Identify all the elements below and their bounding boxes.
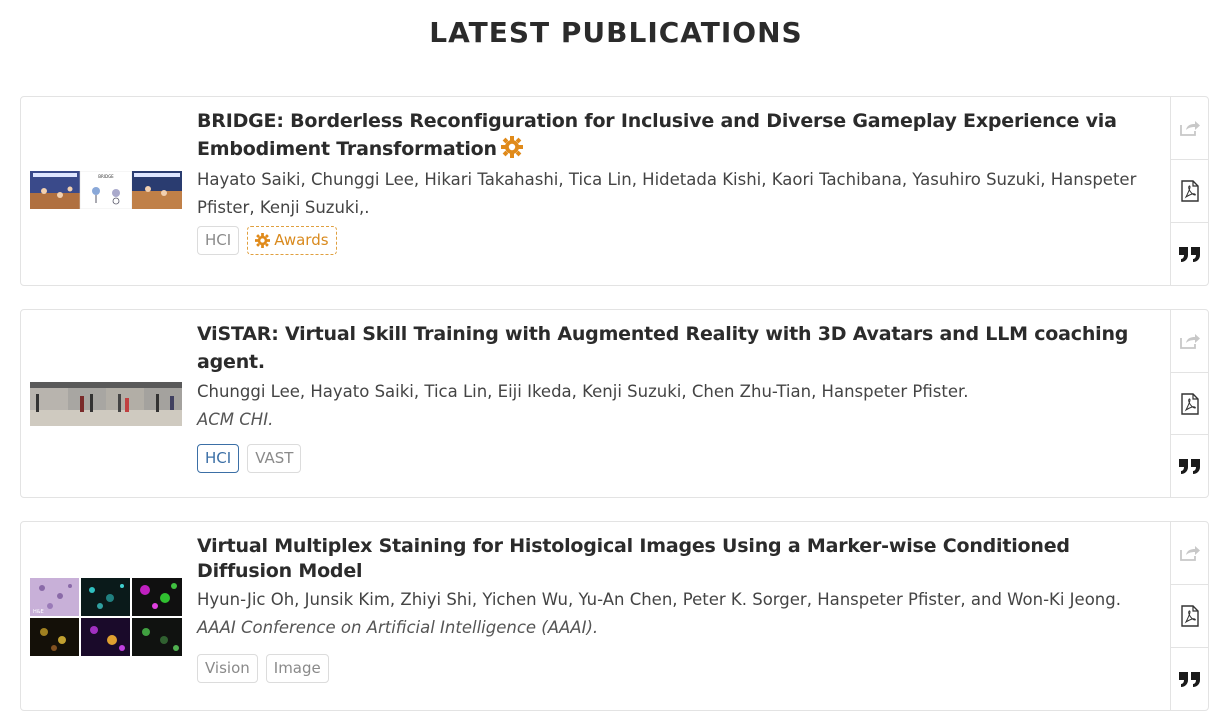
- publication-card: BRIDGE BRIDGE: Borderless Reconfiguratio…: [20, 96, 1209, 286]
- publication-venue: ACM CHI.: [197, 410, 274, 429]
- quote-icon: [1178, 247, 1200, 262]
- share-button[interactable]: [1171, 97, 1208, 160]
- quote-icon: [1178, 672, 1200, 687]
- tag-vast[interactable]: VAST: [247, 444, 302, 473]
- publication-thumbnail[interactable]: BRIDGE: [30, 171, 182, 209]
- publication-authors: Hayato Saiki, Chunggi Lee, Hikari Takaha…: [197, 170, 1137, 217]
- publication-title[interactable]: Virtual Multiplex Staining for Histologi…: [197, 534, 1167, 584]
- publication-card: ViSTAR: Virtual Skill Training with Augm…: [20, 309, 1209, 498]
- action-sidebar: [1170, 522, 1208, 710]
- action-sidebar: [1170, 97, 1208, 285]
- pdf-icon: [1180, 180, 1199, 202]
- share-icon: [1179, 333, 1200, 349]
- quote-icon: [1178, 459, 1200, 475]
- publication-authors: Chunggi Lee, Hayato Saiki, Tica Lin, Eij…: [197, 382, 969, 401]
- publication-card: H&E Virtual Multiplex Staining for Histo…: [20, 521, 1209, 711]
- cite-button[interactable]: [1171, 435, 1208, 497]
- share-button[interactable]: [1171, 310, 1208, 373]
- pdf-button[interactable]: [1171, 160, 1208, 223]
- pdf-icon: [1180, 605, 1199, 627]
- publication-venue: AAAI Conference on Artificial Intelligen…: [197, 618, 599, 637]
- tag-image[interactable]: Image: [265, 654, 329, 683]
- tag-vision[interactable]: Vision: [197, 654, 258, 683]
- pdf-button[interactable]: [1171, 373, 1208, 436]
- publication-authors: Hyun-Jic Oh, Junsik Kim, Zhiyi Shi, Yich…: [197, 590, 1121, 609]
- pdf-icon: [1180, 392, 1199, 415]
- publication-thumbnail[interactable]: [30, 382, 182, 426]
- share-button[interactable]: [1171, 522, 1208, 585]
- pdf-button[interactable]: [1171, 585, 1208, 648]
- publication-title-text[interactable]: BRIDGE: Borderless Reconfiguration for I…: [197, 110, 1117, 160]
- action-sidebar: [1170, 310, 1208, 497]
- tag-awards-label: Awards: [274, 231, 329, 249]
- cite-button[interactable]: [1171, 648, 1208, 710]
- share-icon: [1179, 121, 1200, 136]
- share-icon: [1179, 546, 1200, 561]
- thumbnail-label: H&E: [33, 609, 44, 615]
- publication-title[interactable]: BRIDGE: Borderless Reconfiguration for I…: [197, 107, 1167, 166]
- publication-thumbnail[interactable]: H&E: [30, 578, 182, 656]
- cite-button[interactable]: [1171, 223, 1208, 285]
- thumbnail-label: BRIDGE: [98, 174, 114, 179]
- tag-awards[interactable]: Awards: [247, 226, 337, 255]
- gear-icon: [255, 232, 271, 248]
- gear-icon: [500, 136, 523, 166]
- tag-hci[interactable]: HCI: [197, 444, 240, 473]
- page-title: LATEST PUBLICATIONS: [429, 16, 803, 49]
- publication-title[interactable]: ViSTAR: Virtual Skill Training with Augm…: [197, 320, 1167, 376]
- tag-hci[interactable]: HCI: [197, 226, 240, 255]
